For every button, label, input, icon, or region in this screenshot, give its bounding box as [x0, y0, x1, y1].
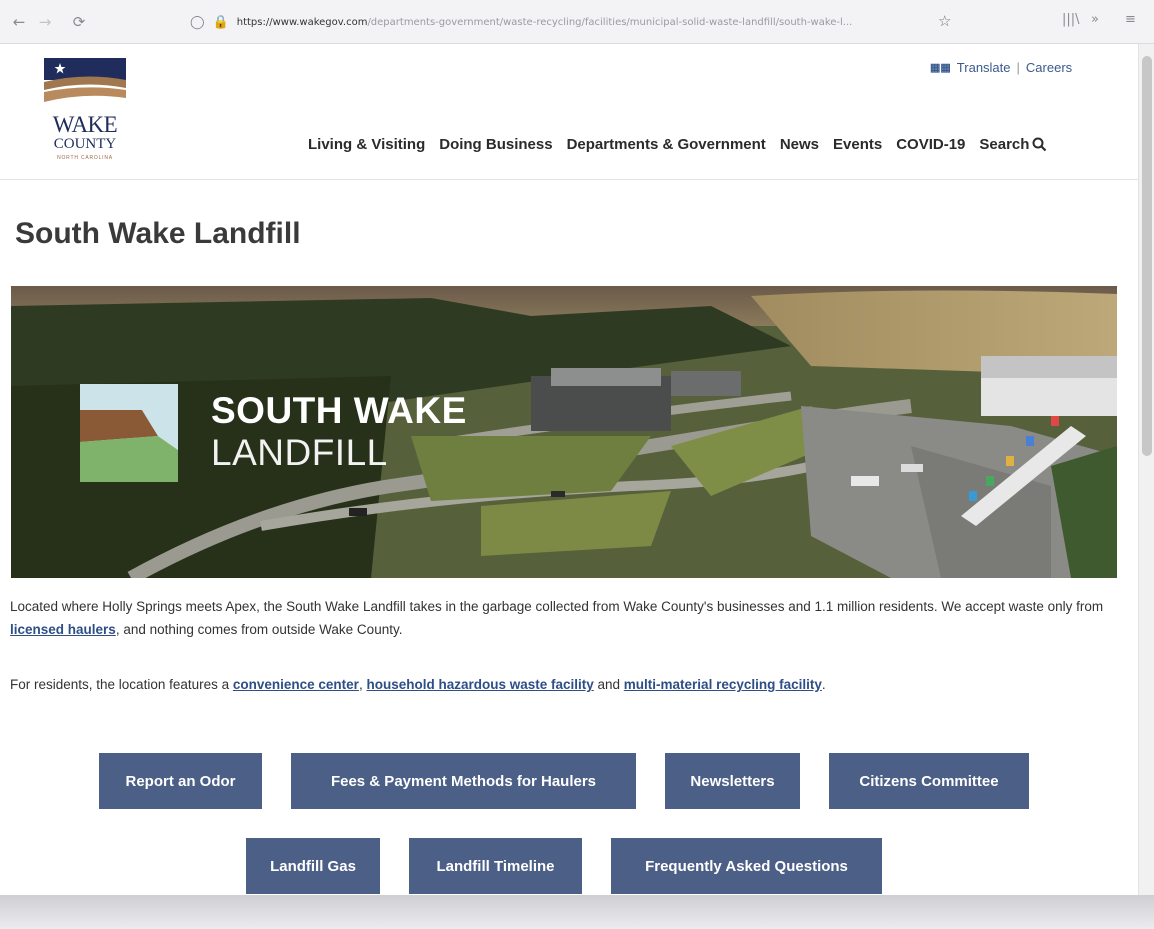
logo-wordmark-wake: WAKE [52, 112, 118, 137]
licensed-haulers-link[interactable]: licensed haulers [10, 622, 116, 637]
landfill-timeline-button[interactable]: Landfill Timeline [409, 838, 582, 894]
features-end: . [821, 677, 826, 692]
newsletters-button[interactable]: Newsletters [665, 753, 800, 809]
hero-image: SOUTH WAKE LANDFILL [11, 286, 1117, 578]
nav-living-visiting[interactable]: Living & Visiting [308, 136, 425, 153]
page-title: South Wake Landfill [15, 217, 301, 250]
report-odor-button[interactable]: Report an Odor [99, 753, 262, 809]
reload-icon[interactable]: ⟳ [66, 9, 92, 35]
utility-separator: | [1016, 60, 1020, 75]
overflow-chevron-icon[interactable]: » [1091, 12, 1099, 27]
browser-window: ← → ⟳ ◯ 🔒 https://www.wakegov.com/depart… [0, 0, 1154, 895]
household-hazardous-waste-link[interactable]: household hazardous waste facility [366, 677, 593, 692]
site-header: WAKE COUNTY NORTH CAROLINA ▦▦ Translate … [0, 44, 1138, 180]
logo-flag-graphic [44, 58, 126, 102]
back-icon[interactable]: ← [6, 9, 32, 35]
nav-events[interactable]: Events [833, 136, 882, 153]
nav-covid-19[interactable]: COVID-19 [896, 136, 965, 153]
south-wake-landfill-badge-icon [80, 384, 178, 482]
search-label: Search [979, 136, 1030, 153]
resident-features-paragraph: For residents, the location features a c… [10, 673, 1120, 696]
nav-search[interactable]: Search [979, 136, 1047, 153]
scrollbar-thumb[interactable] [1142, 56, 1152, 456]
intro-text: Located where Holly Springs meets Apex, … [10, 599, 1104, 614]
intro-paragraph: Located where Holly Springs meets Apex, … [10, 595, 1120, 641]
faq-button[interactable]: Frequently Asked Questions [611, 838, 882, 894]
logo-wordmark-state: NORTH CAROLINA [57, 155, 113, 161]
library-icon[interactable]: |||\ [1062, 12, 1080, 27]
utility-nav: ▦▦ Translate | Careers [930, 60, 1072, 75]
bookmark-star-icon[interactable]: ☆ [938, 12, 951, 30]
landfill-gas-button[interactable]: Landfill Gas [246, 838, 380, 894]
features-text: For residents, the location features a [10, 677, 233, 692]
page-scrollbar[interactable] [1138, 44, 1154, 895]
tracking-shield-icon[interactable]: ◯ [190, 15, 205, 30]
translate-link[interactable]: Translate [957, 60, 1011, 75]
nav-doing-business[interactable]: Doing Business [439, 136, 552, 153]
lock-icon[interactable]: 🔒 [213, 15, 229, 30]
menu-icon[interactable]: ≡ [1125, 12, 1136, 27]
nav-news[interactable]: News [780, 136, 819, 153]
nav-departments-government[interactable]: Departments & Government [567, 136, 766, 153]
features-and: and [593, 677, 624, 692]
url-text: https://www.wakegov.com/departments-gove… [236, 16, 853, 28]
citizens-committee-button[interactable]: Citizens Committee [829, 753, 1029, 809]
forward-icon[interactable]: → [32, 9, 58, 35]
multi-material-recycling-link[interactable]: multi-material recycling facility [624, 677, 822, 692]
translate-icon[interactable]: ▦▦ [930, 61, 951, 74]
search-icon [1032, 137, 1047, 152]
hero-title-line1: SOUTH WAKE [211, 390, 467, 431]
fees-payment-button[interactable]: Fees & Payment Methods for Haulers [291, 753, 636, 809]
intro-text-end: , and nothing comes from outside Wake Co… [115, 622, 403, 637]
window-bottom-shadow [0, 895, 1154, 929]
address-bar[interactable]: ◯ 🔒 https://www.wakegov.com/departments-… [190, 9, 960, 35]
wake-county-logo[interactable]: WAKE COUNTY NORTH CAROLINA [40, 58, 130, 168]
browser-toolbar: ← → ⟳ ◯ 🔒 https://www.wakegov.com/depart… [0, 0, 1154, 44]
convenience-center-link[interactable]: convenience center [233, 677, 359, 692]
main-nav: Living & Visiting Doing Business Departm… [308, 136, 1047, 153]
careers-link[interactable]: Careers [1026, 60, 1072, 75]
logo-wordmark-county: COUNTY [53, 136, 117, 152]
hero-title-line2: LANDFILL [211, 432, 388, 473]
